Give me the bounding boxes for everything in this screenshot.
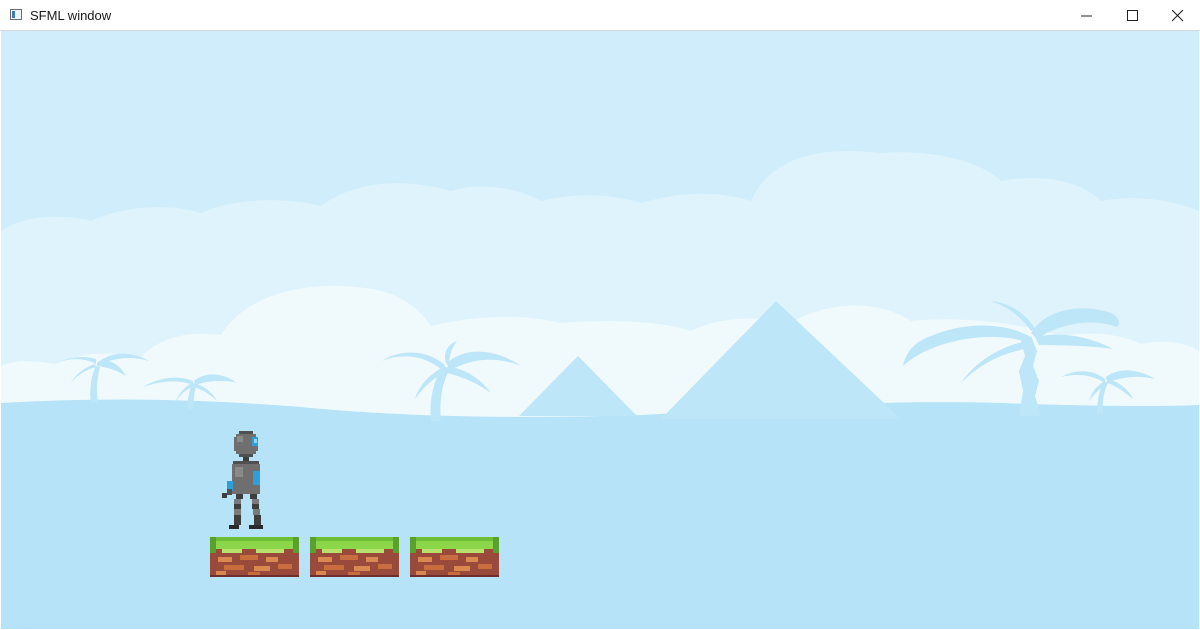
game-window: SFML window <box>0 0 1200 630</box>
window-titlebar[interactable]: SFML window <box>0 0 1200 31</box>
maximize-icon <box>1127 10 1138 21</box>
platform-tile-2 <box>310 537 399 577</box>
game-viewport[interactable] <box>1 31 1199 629</box>
maximize-button[interactable] <box>1110 0 1156 31</box>
close-button[interactable] <box>1155 0 1200 31</box>
minimize-icon <box>1081 15 1092 17</box>
app-window-icon <box>10 9 22 20</box>
minimize-button[interactable] <box>1064 0 1110 31</box>
platform-tile-3 <box>410 537 499 577</box>
horizon-foreground <box>1 420 1199 629</box>
close-icon <box>1172 10 1184 22</box>
window-title: SFML window <box>30 8 112 23</box>
game-scene <box>1 31 1199 629</box>
platform-tile-1 <box>210 537 299 577</box>
